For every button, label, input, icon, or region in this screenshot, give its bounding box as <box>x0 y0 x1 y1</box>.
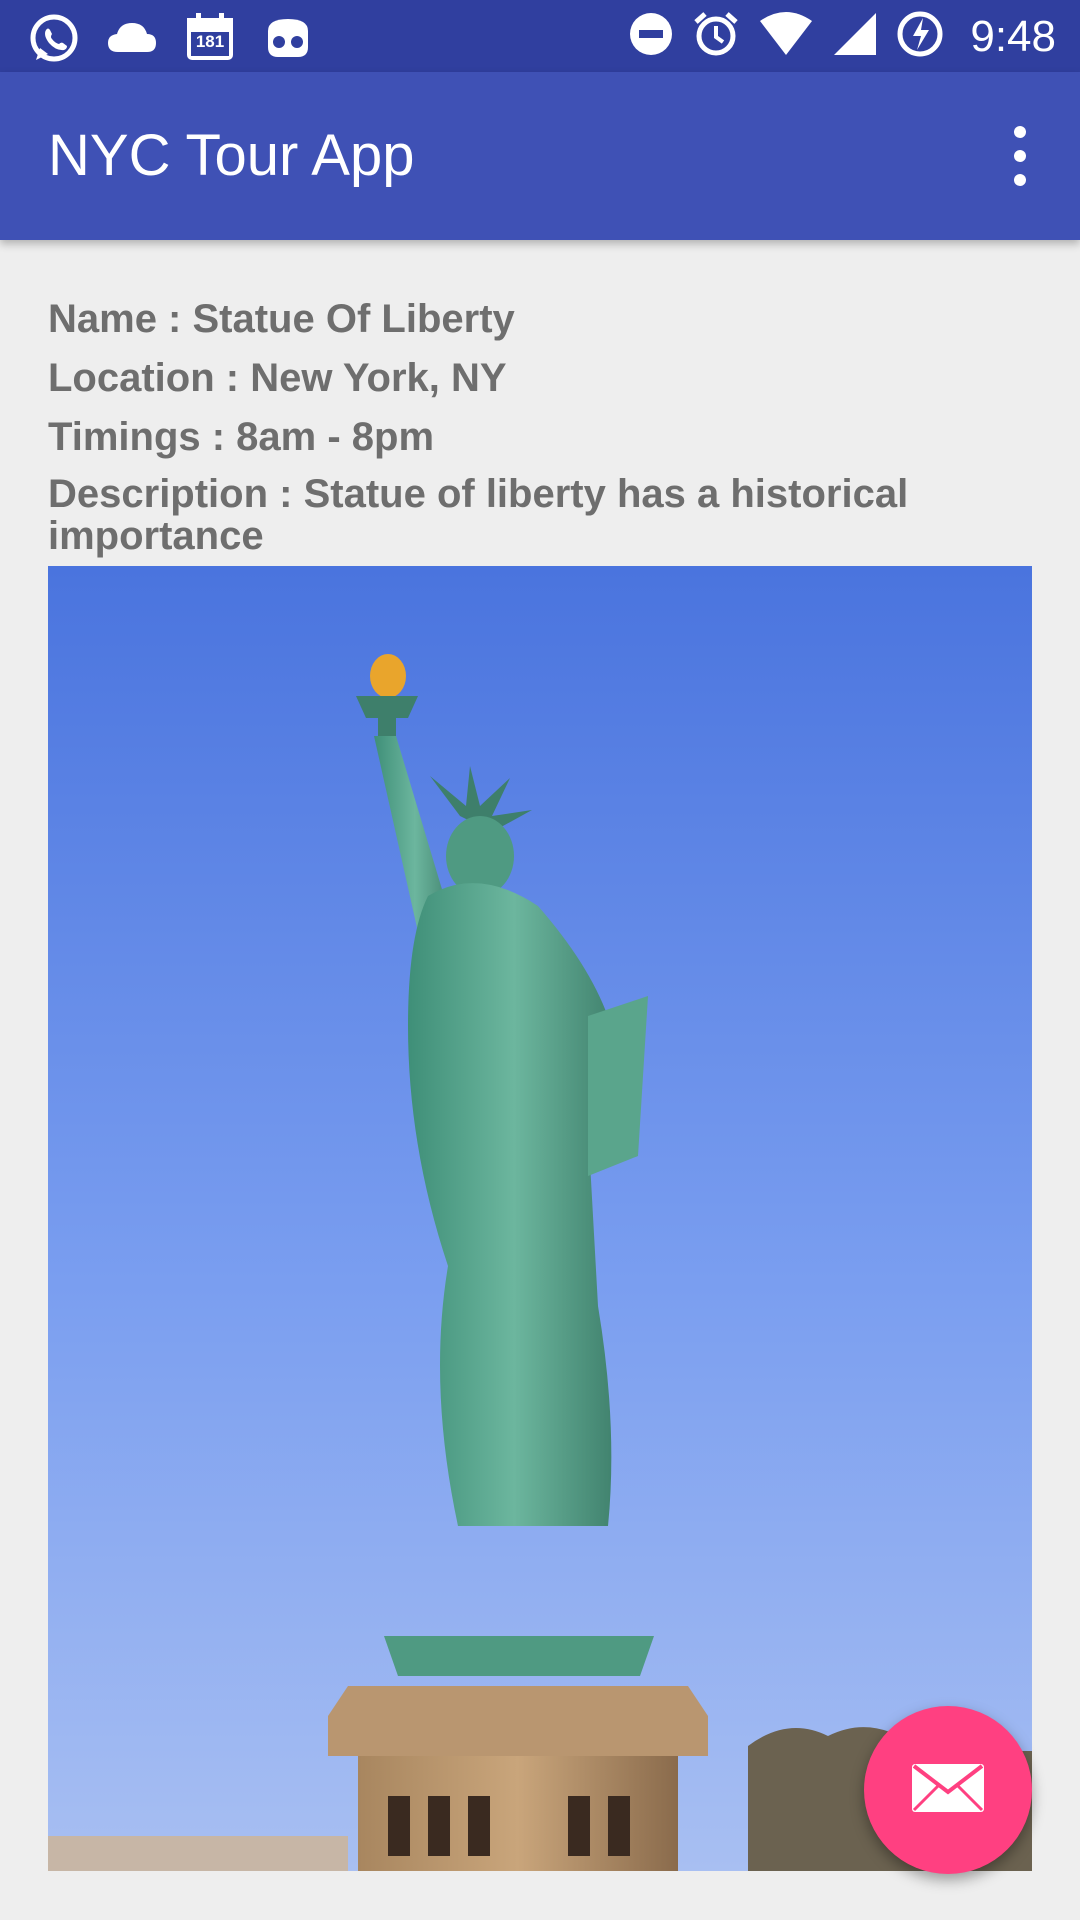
wifi-icon <box>758 11 814 62</box>
place-timings: Timings : 8am - 8pm <box>48 415 435 459</box>
app-bar: NYC Tour App <box>0 72 1080 240</box>
cloud-icon <box>106 18 158 63</box>
signal-icon <box>832 11 878 62</box>
menu-dot <box>1014 150 1026 162</box>
place-details: Name : Statue Of Liberty Location : New … <box>48 290 1032 557</box>
app-title: NYC Tour App <box>48 123 415 188</box>
status-left-icons: 181 <box>28 12 314 69</box>
place-name: Name : Statue Of Liberty <box>48 297 515 341</box>
place-description: Description : Statue of liberty has a hi… <box>48 472 909 558</box>
calendar-badge-number: 181 <box>195 32 225 51</box>
menu-dot <box>1014 174 1026 186</box>
status-time: 9:48 <box>970 11 1056 61</box>
whatsapp-icon <box>28 12 80 69</box>
battery-charging-icon <box>896 10 944 63</box>
alarm-icon <box>692 10 740 63</box>
incognito-icon <box>262 15 314 66</box>
statue-of-liberty-photo <box>48 566 1032 1871</box>
email-fab-button[interactable] <box>864 1706 1032 1874</box>
menu-dot <box>1014 126 1026 138</box>
status-right-icons: 9:48 <box>628 10 1056 63</box>
email-icon <box>910 1762 986 1819</box>
calendar-icon: 181 <box>184 12 236 69</box>
place-location: Location : New York, NY <box>48 356 507 400</box>
more-vert-icon[interactable] <box>1000 126 1040 186</box>
do-not-disturb-icon <box>628 11 674 62</box>
status-bar: 181 9:48 <box>0 0 1080 72</box>
